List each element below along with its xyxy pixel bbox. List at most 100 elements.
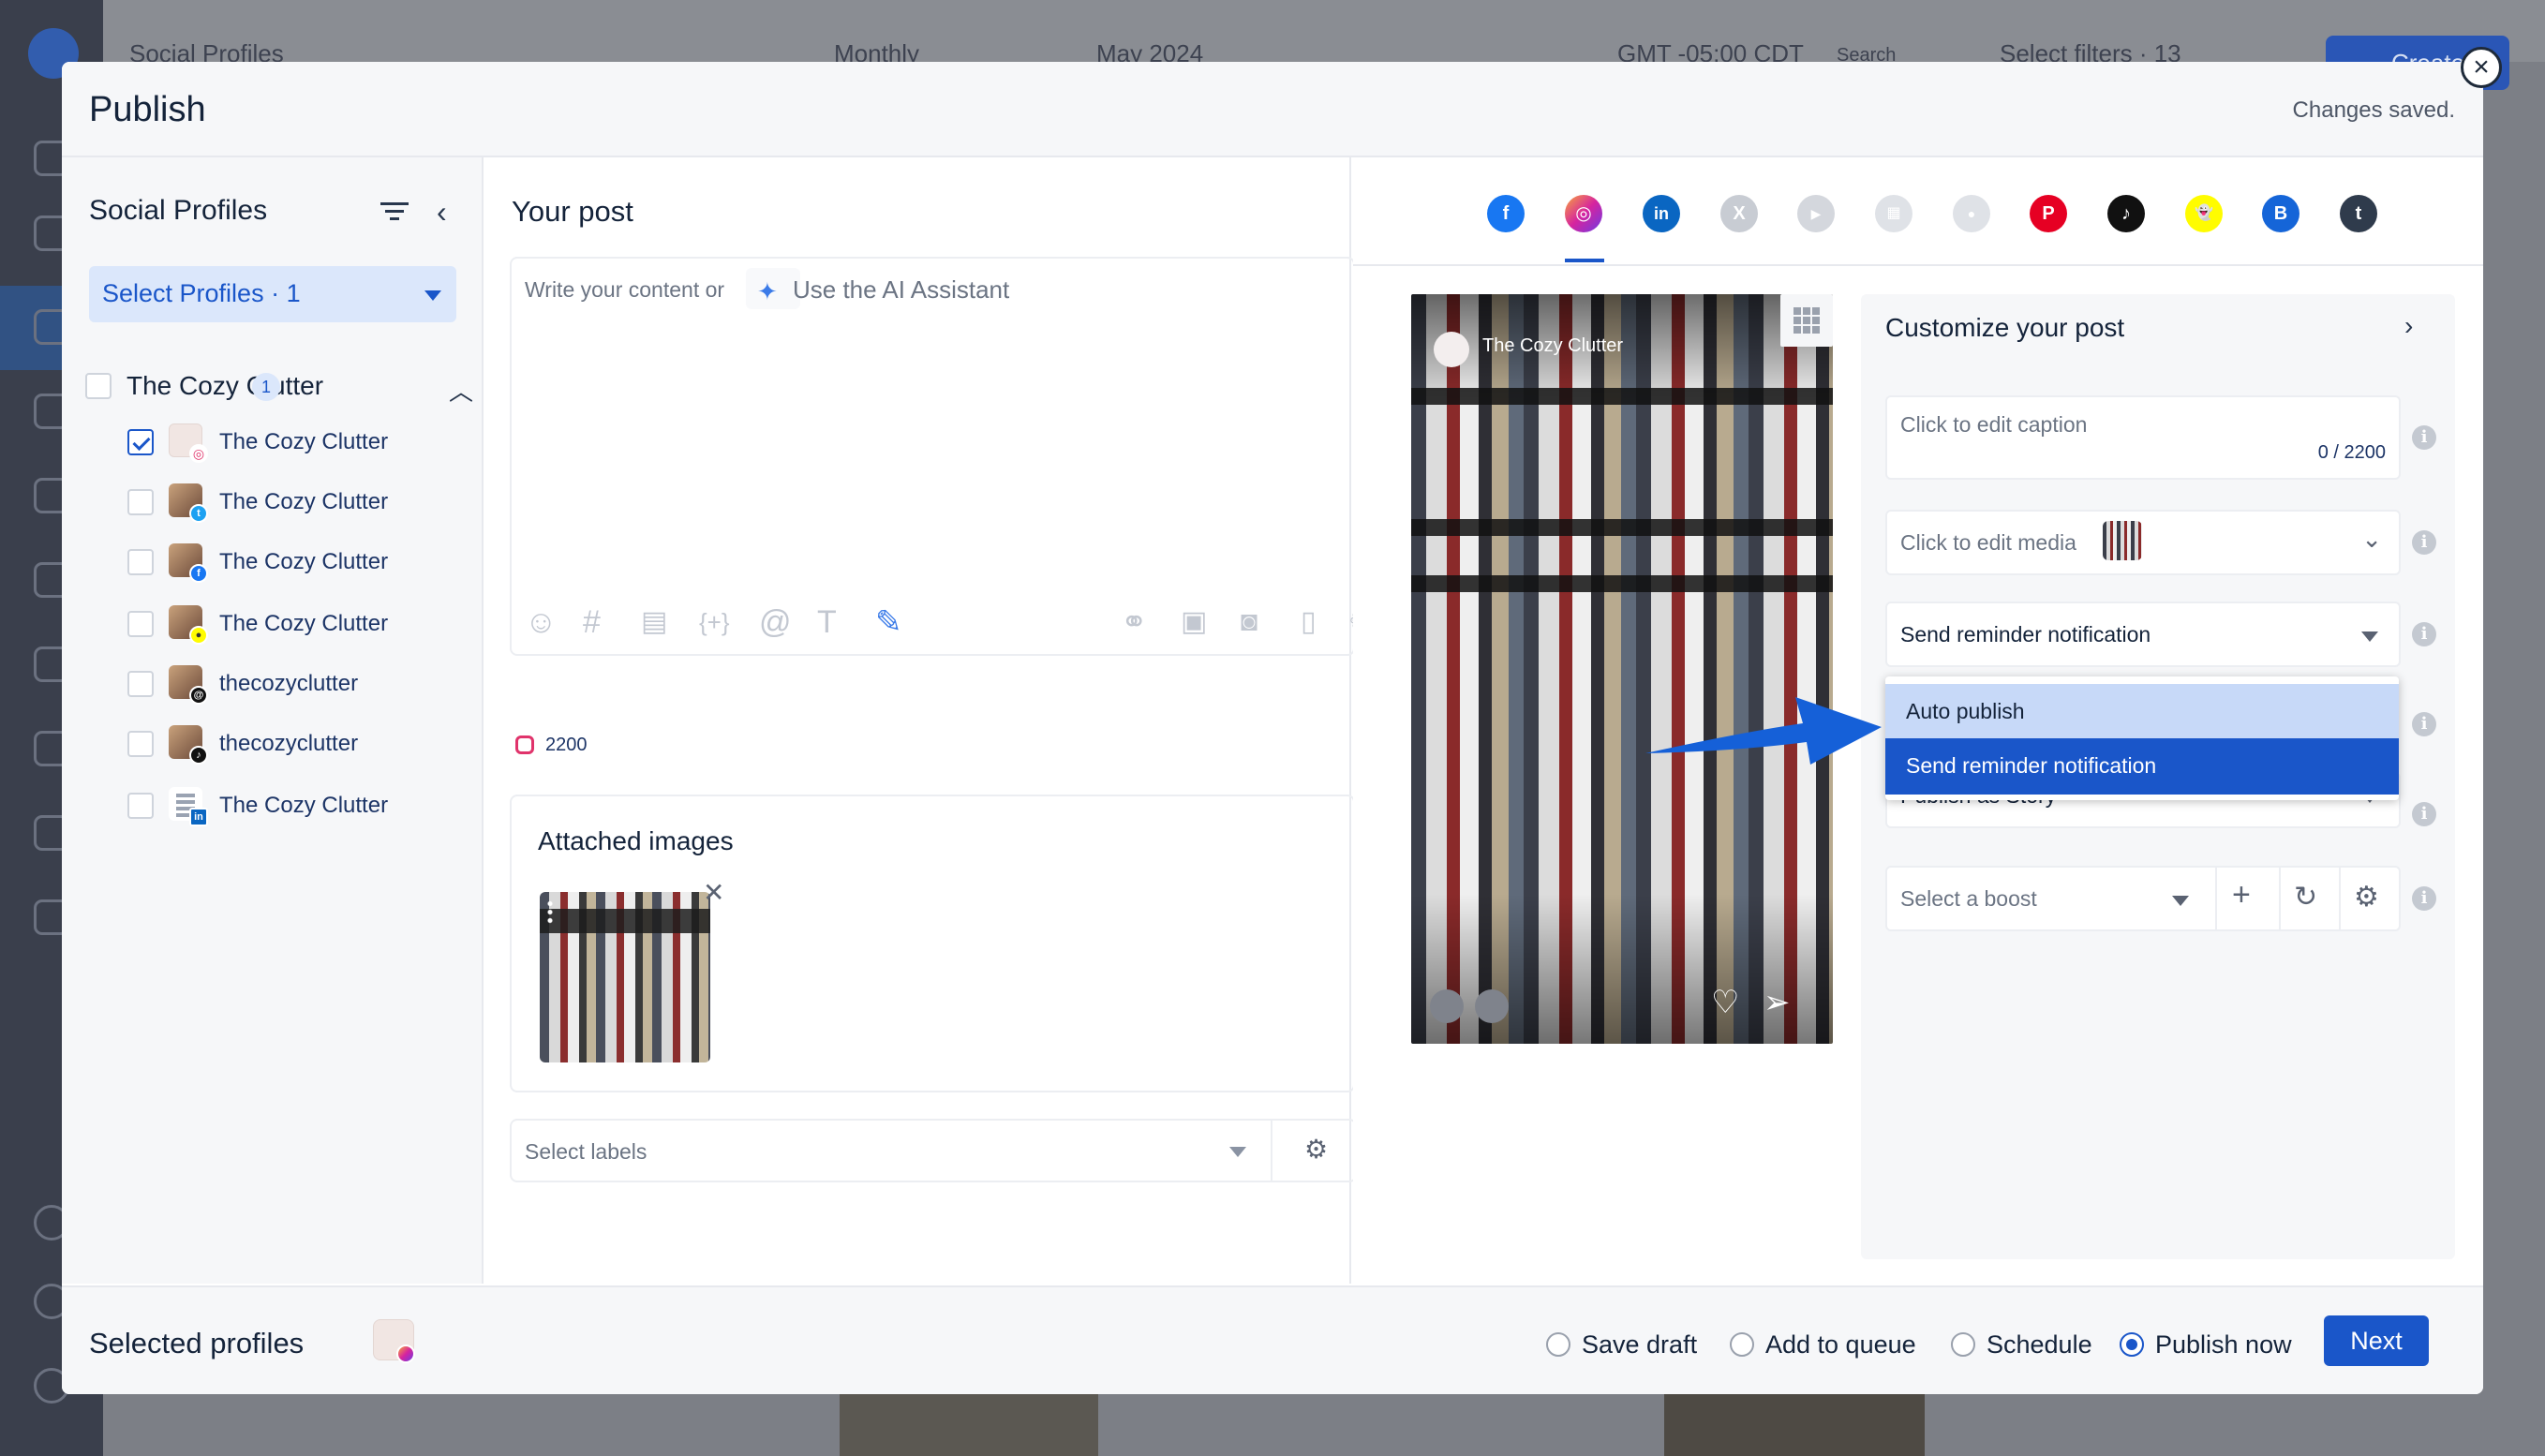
collapse-chevron-icon[interactable]: ‹ [437, 195, 447, 230]
social-profiles-title: Social Profiles [89, 195, 268, 226]
active-tab-indicator [1565, 259, 1604, 262]
profile-checkbox[interactable] [127, 671, 154, 697]
group-count-badge: 1 [252, 373, 280, 401]
profile-checkbox[interactable] [127, 611, 154, 637]
gear-icon[interactable]: ⚙ [2354, 881, 2379, 914]
media-field[interactable]: Click to edit media ⌄ [1885, 510, 2401, 575]
mention-icon[interactable]: @ [759, 603, 792, 641]
media-thumbnail [2103, 521, 2142, 560]
bluesky-icon[interactable]: B [2262, 195, 2299, 232]
youtube-icon[interactable]: ▶ [1797, 195, 1835, 232]
modal-title: Publish [89, 90, 206, 129]
ai-assistant-button[interactable]: ✦ Use the AI Assistant [746, 268, 1009, 309]
profile-item[interactable]: f The Cozy Clutter [127, 542, 484, 583]
profile-checkbox[interactable] [127, 731, 154, 757]
profile-item[interactable]: ● The Cozy Clutter [127, 603, 484, 645]
link-icon[interactable]: ⚭ [1121, 603, 1148, 641]
chevron-right-icon[interactable]: › [2404, 311, 2413, 341]
profile-group[interactable]: The Cozy Clutter 1 ︿ [85, 365, 479, 407]
profile-checkbox[interactable] [127, 793, 154, 819]
x-icon[interactable]: X [1720, 195, 1758, 232]
drag-handle-icon[interactable] [547, 899, 553, 924]
social-profiles-panel: Social Profiles ‹ Select Profiles · 1 Th… [62, 157, 530, 1284]
grid-view-icon[interactable] [1780, 294, 1833, 347]
instagram-icon[interactable]: ◎ [1565, 195, 1602, 232]
attached-images-title: Attached images [538, 826, 734, 855]
publish-mode-select[interactable]: Send reminder notification [1885, 602, 2401, 667]
info-icon[interactable]: i [2412, 425, 2436, 450]
filter-icon[interactable] [380, 202, 409, 225]
emoji-icon[interactable]: ☺ [525, 603, 558, 641]
close-icon[interactable]: × [2461, 47, 2502, 88]
profile-checkbox[interactable] [127, 489, 154, 515]
google-business-icon[interactable]: ▦ [1875, 195, 1912, 232]
gear-icon[interactable]: ⚙ [1304, 1134, 1328, 1165]
labels-select[interactable]: Select labels ⚙ [510, 1119, 1357, 1182]
info-icon[interactable]: i [2412, 886, 2436, 911]
profile-item[interactable]: in The Cozy Clutter [127, 785, 484, 826]
profile-item[interactable]: t The Cozy Clutter [127, 482, 484, 523]
hashtag-icon[interactable]: # [583, 603, 601, 641]
preview-avatar [1434, 332, 1469, 367]
app-toolbar: Social Profiles Monthly May 2024 GMT -05… [103, 0, 2545, 67]
next-button[interactable]: Next [2324, 1315, 2429, 1366]
select-profiles-dropdown[interactable]: Select Profiles · 1 [89, 266, 456, 322]
template-icon[interactable]: ▤ [641, 603, 667, 641]
reddit-icon[interactable]: ● [1953, 195, 1990, 232]
facebook-icon[interactable]: f [1487, 195, 1525, 232]
caption-field[interactable]: Click to edit caption 0 / 2200 [1885, 395, 2401, 480]
profile-item[interactable]: ♪ thecozyclutter [127, 723, 484, 765]
profile-name: thecozyclutter [219, 731, 359, 756]
post-content-editor[interactable]: Write your content or ✦ Use the AI Assis… [510, 257, 1373, 656]
instagram-icon [515, 735, 534, 754]
facebook-icon: f [189, 564, 208, 583]
snapchat-icon: ● [189, 626, 208, 645]
profile-checkbox[interactable] [127, 549, 154, 575]
linkedin-icon[interactable]: in [1643, 195, 1680, 232]
ai-wand-icon[interactable]: ✎ [875, 603, 902, 641]
info-icon[interactable]: i [2412, 622, 2436, 646]
info-icon[interactable]: i [2412, 712, 2436, 736]
shopping-bag-icon[interactable] [1475, 989, 1509, 1023]
profile-checkbox[interactable] [127, 429, 154, 455]
pinterest-icon[interactable]: P [2030, 195, 2067, 232]
profile-name: thecozyclutter [219, 671, 359, 696]
dropdown-option-auto-publish[interactable]: Auto publish [1885, 684, 2399, 738]
tumblr-icon[interactable]: t [2340, 195, 2377, 232]
snapchat-icon[interactable]: 👻 [2185, 195, 2223, 232]
boost-select[interactable]: Select a boost + ↻ ⚙ [1885, 866, 2401, 931]
document-icon[interactable]: ▯ [1301, 603, 1317, 641]
group-name: The Cozy Clutter [127, 371, 324, 400]
tag-people-icon[interactable] [1430, 989, 1464, 1023]
variable-icon[interactable]: {+} [699, 603, 730, 641]
camera-icon[interactable]: ◙ [1241, 603, 1258, 641]
remove-image-icon[interactable]: ✕ [703, 877, 724, 908]
caption-char-count: 0 / 2200 [2317, 442, 2386, 463]
selected-profile-avatar[interactable] [373, 1319, 415, 1363]
dropdown-option-send-reminder[interactable]: Send reminder notification [1885, 738, 2399, 795]
media-library-icon[interactable]: ▣ [1181, 603, 1207, 641]
info-icon[interactable]: i [2412, 802, 2436, 826]
profile-item[interactable]: @ thecozyclutter [127, 663, 484, 705]
text-format-icon[interactable]: T [817, 603, 837, 641]
preview-username: The Cozy Clutter [1482, 335, 1624, 356]
profile-item[interactable]: ◎ The Cozy Clutter [127, 422, 530, 463]
caret-down-icon [1229, 1147, 1246, 1157]
info-icon[interactable]: i [2412, 530, 2436, 555]
your-post-title: Your post [512, 195, 633, 228]
add-boost-icon[interactable]: + [2232, 877, 2251, 914]
tiktok-icon[interactable]: ♪ [2107, 195, 2145, 232]
attached-image-thumbnail[interactable] [540, 892, 710, 1062]
post-editor-panel: Your post Write your content or ✦ Use th… [485, 157, 1373, 1284]
instagram-icon [396, 1345, 415, 1363]
publish-mode-dropdown: Auto publish Send reminder notification [1885, 676, 2399, 800]
instagram-char-count: 2200 [515, 735, 588, 756]
instagram-icon: ◎ [189, 444, 208, 463]
caret-down-icon [2172, 896, 2189, 906]
chevron-up-icon[interactable]: ︿ [449, 373, 473, 408]
refresh-icon[interactable]: ↻ [2294, 881, 2317, 914]
editor-toolbar: ☺ # ▤ {+} @ T ✎ ⚭ ▣ ◙ ▯ ❁ [525, 603, 1373, 643]
heart-icon[interactable]: ♡ [1711, 984, 1739, 1021]
group-checkbox[interactable] [85, 373, 112, 399]
send-icon[interactable]: ➢ [1764, 984, 1791, 1021]
